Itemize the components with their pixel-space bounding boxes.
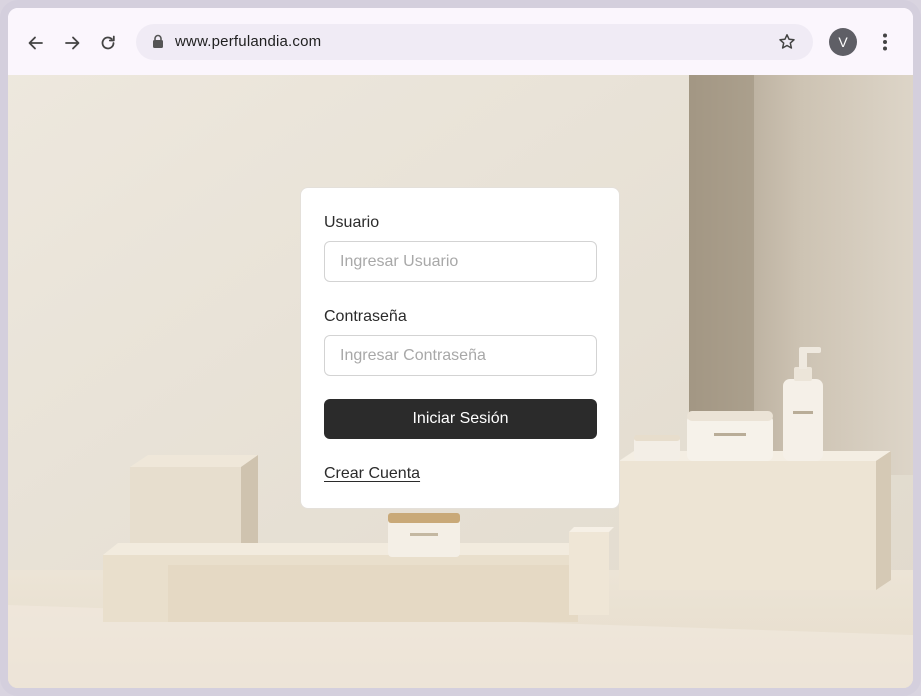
username-input[interactable] xyxy=(324,241,597,282)
star-icon[interactable] xyxy=(777,32,797,52)
username-label: Usuario xyxy=(324,214,380,231)
login-card: Usuario Contraseña Iniciar Sesión Crear … xyxy=(300,187,620,509)
arrow-right-icon xyxy=(65,36,80,50)
lock-icon xyxy=(153,34,163,48)
reload-icon xyxy=(101,35,115,50)
password-label: Contraseña xyxy=(324,308,407,325)
password-input[interactable] xyxy=(324,335,597,376)
forward-button[interactable] xyxy=(58,29,86,57)
page-content: Usuario Contraseña Iniciar Sesión Crear … xyxy=(8,75,913,688)
profile-avatar[interactable]: V xyxy=(829,28,857,56)
browser-toolbar: www.perfulandia.com V xyxy=(8,8,913,75)
address-bar[interactable]: www.perfulandia.com xyxy=(136,24,813,60)
arrow-left-icon xyxy=(28,36,43,50)
login-button[interactable]: Iniciar Sesión xyxy=(324,399,597,439)
browser-window: www.perfulandia.com V Usuario Ingresar U… xyxy=(0,0,921,696)
more-vert-icon xyxy=(883,33,887,51)
create-account-link[interactable]: Crear Cuenta xyxy=(324,465,420,483)
browser-menu-button[interactable] xyxy=(874,28,896,56)
reload-button[interactable] xyxy=(94,29,122,57)
back-button[interactable] xyxy=(22,29,50,57)
url-text[interactable]: www.perfulandia.com xyxy=(175,33,321,50)
